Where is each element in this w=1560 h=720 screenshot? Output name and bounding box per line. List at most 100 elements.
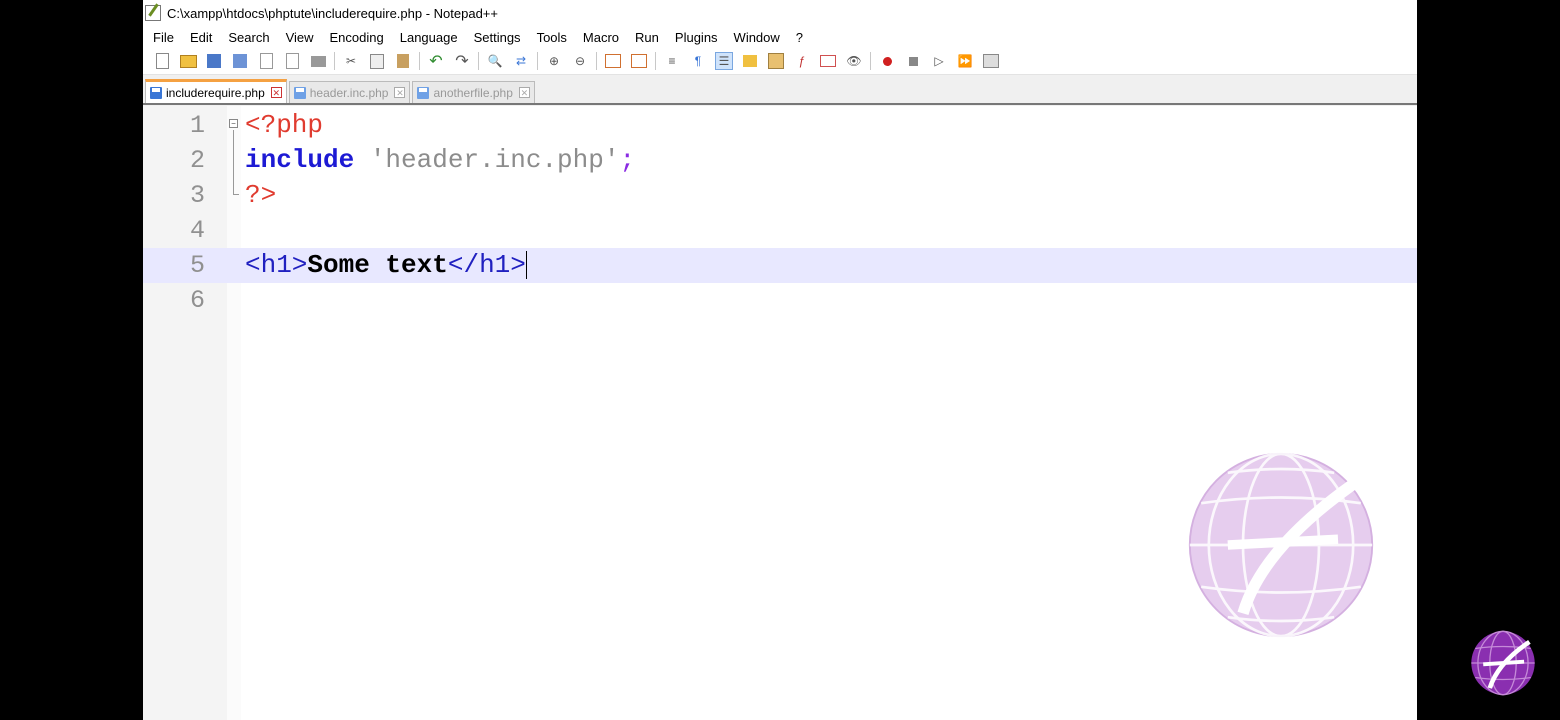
line-number: 2	[189, 146, 205, 175]
print-icon[interactable]	[309, 52, 327, 70]
line-number: 5	[189, 251, 205, 280]
play-macro-icon[interactable]: ▷	[930, 52, 948, 70]
run-macro-multiple-icon[interactable]: ⏩	[956, 52, 974, 70]
tab-includerequire[interactable]: includerequire.php ✕	[145, 79, 287, 103]
toolbar: ✂ ↶ ↷ 🔍 ⇄ ⊕ ⊖ ≡ ¶ ☰ ƒ 👁 ▷ ⏩	[143, 48, 1417, 75]
code-content: <?php	[245, 108, 323, 143]
tab-bar: includerequire.php ✕ header.inc.php ✕ an…	[143, 75, 1417, 105]
menu-file[interactable]: File	[145, 30, 182, 45]
globe-watermark-logo	[1188, 452, 1374, 638]
menu-plugins[interactable]: Plugins	[667, 30, 726, 45]
menu-language[interactable]: Language	[392, 30, 466, 45]
code-content: ?>	[245, 178, 276, 213]
save-icon[interactable]	[205, 52, 223, 70]
text-caret	[525, 251, 527, 280]
find-icon[interactable]: 🔍	[486, 52, 504, 70]
menu-settings[interactable]: Settings	[466, 30, 529, 45]
menu-edit[interactable]: Edit	[182, 30, 220, 45]
semicolon: ;	[619, 145, 636, 175]
stop-macro-icon[interactable]	[904, 52, 922, 70]
sync-vertical-icon[interactable]	[604, 52, 622, 70]
menu-window[interactable]: Window	[726, 30, 788, 45]
toolbar-separator	[419, 52, 420, 70]
close-all-icon[interactable]	[283, 52, 301, 70]
paste-icon[interactable]	[394, 52, 412, 70]
menu-encoding[interactable]: Encoding	[322, 30, 392, 45]
toolbar-separator	[537, 52, 538, 70]
toolbar-separator	[478, 52, 479, 70]
menu-search[interactable]: Search	[220, 30, 277, 45]
line-number: 1	[189, 111, 205, 140]
cut-icon[interactable]: ✂	[342, 52, 360, 70]
close-file-icon[interactable]	[257, 52, 275, 70]
replace-icon[interactable]: ⇄	[512, 52, 530, 70]
line-number: 3	[189, 181, 205, 210]
menu-view[interactable]: View	[278, 30, 322, 45]
code-content: include 'header.inc.php';	[245, 143, 635, 178]
php-open-tag: <?php	[245, 110, 324, 140]
h1-text: Some text	[307, 250, 448, 280]
include-string: 'header.inc.php'	[369, 145, 620, 175]
open-file-icon[interactable]	[179, 52, 197, 70]
sync-horizontal-icon[interactable]	[630, 52, 648, 70]
record-macro-icon[interactable]	[878, 52, 896, 70]
title-bar: C:\xampp\htdocs\phptute\includerequire.p…	[143, 0, 1417, 26]
saved-file-icon	[150, 86, 162, 99]
close-tab-icon[interactable]: ✕	[394, 87, 406, 98]
menu-macro[interactable]: Macro	[575, 30, 627, 45]
code-editor[interactable]: 1 − <?php 2 include 'header.inc.php'; 3 …	[143, 106, 1417, 720]
word-wrap-icon[interactable]: ≡	[663, 52, 681, 70]
line-number: 4	[189, 216, 205, 245]
include-keyword: include	[245, 145, 355, 175]
saved-file-icon	[293, 86, 306, 99]
fold-toggle-icon[interactable]: −	[229, 119, 238, 128]
toolbar-separator	[655, 52, 656, 70]
code-line[interactable]: 1 − <?php	[143, 108, 1417, 195]
tab-label: anotherfile.php	[433, 85, 513, 100]
tab-header-inc[interactable]: header.inc.php ✕	[288, 81, 411, 103]
notepadpp-window: C:\xampp\htdocs\phptute\includerequire.p…	[143, 0, 1417, 720]
show-all-chars-icon[interactable]: ¶	[689, 52, 707, 70]
channel-logo-icon	[1471, 630, 1535, 696]
toolbar-separator	[596, 52, 597, 70]
monitoring-eye-icon[interactable]: 👁	[845, 52, 863, 70]
close-tab-icon[interactable]: ✕	[518, 87, 530, 98]
h1-close-tag: </h1>	[447, 250, 526, 280]
tab-label: includerequire.php	[166, 85, 265, 100]
indent-guide-icon[interactable]: ☰	[715, 52, 733, 70]
udl-icon[interactable]	[741, 52, 759, 70]
menu-tools[interactable]: Tools	[529, 30, 575, 45]
code-content: <h1>Some text</h1>	[245, 248, 527, 283]
code-line[interactable]: 3 ?>	[143, 178, 1417, 213]
menu-bar: File Edit Search View Encoding Language …	[143, 26, 1417, 48]
zoom-in-icon[interactable]: ⊕	[545, 52, 563, 70]
zoom-out-icon[interactable]: ⊖	[571, 52, 589, 70]
toolbar-separator	[870, 52, 871, 70]
new-file-icon[interactable]	[153, 52, 171, 70]
menu-run[interactable]: Run	[627, 30, 667, 45]
php-close-tag: ?>	[245, 180, 277, 210]
code-line[interactable]: 2 include 'header.inc.php';	[143, 143, 1417, 178]
menu-help[interactable]: ?	[788, 30, 811, 45]
line-number: 6	[189, 286, 205, 315]
redo-icon[interactable]: ↷	[453, 52, 471, 70]
save-all-icon[interactable]	[231, 52, 249, 70]
toolbar-separator	[334, 52, 335, 70]
close-tab-icon[interactable]: ✕	[270, 87, 282, 98]
code-line[interactable]: 4	[143, 213, 1417, 248]
notepad-app-icon	[145, 5, 161, 21]
copy-icon[interactable]	[368, 52, 386, 70]
save-macro-icon[interactable]	[982, 52, 1000, 70]
h1-open-tag: <h1>	[245, 250, 308, 280]
tab-label: header.inc.php	[309, 85, 389, 100]
undo-icon[interactable]: ↶	[427, 52, 445, 70]
window-title: C:\xampp\htdocs\phptute\includerequire.p…	[167, 5, 498, 21]
doc-map-icon[interactable]	[767, 52, 785, 70]
current-code-line[interactable]: 5 <h1>Some text</h1>	[143, 248, 1417, 283]
tab-anotherfile[interactable]: anotherfile.php ✕	[412, 81, 535, 103]
code-line[interactable]: 6	[143, 283, 1417, 318]
editor-lines: 1 − <?php 2 include 'header.inc.php'; 3 …	[143, 108, 1417, 318]
folder-workspace-icon[interactable]	[819, 52, 837, 70]
function-list-icon[interactable]: ƒ	[793, 52, 811, 70]
saved-file-icon	[417, 86, 430, 99]
